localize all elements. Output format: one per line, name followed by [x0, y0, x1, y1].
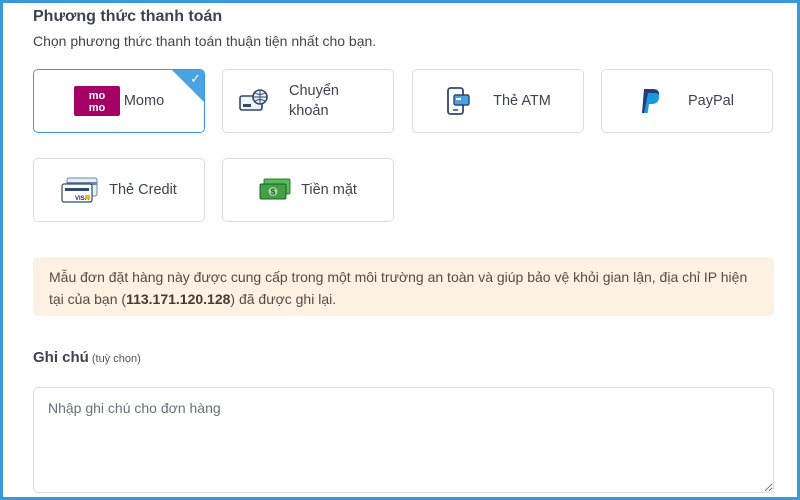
payment-option-bank-transfer[interactable]: Chuyển khoản: [222, 69, 394, 133]
cash-icon: $: [259, 178, 291, 202]
note-textarea[interactable]: [33, 387, 774, 493]
bank-transfer-icon: [239, 88, 269, 114]
payment-option-atm-card[interactable]: Thẻ ATM: [412, 69, 584, 133]
svg-text:mo: mo: [89, 90, 106, 102]
credit-card-icon: VISA: [61, 177, 99, 203]
notice-text-end: ) đã được ghi lại.: [230, 291, 337, 307]
payment-option-label: PayPal: [688, 93, 734, 109]
section-subtitle: Chọn phương thức thanh toán thuận tiện n…: [33, 33, 377, 49]
payment-option-label: Chuyển khoản: [289, 83, 339, 119]
paypal-icon: [640, 88, 662, 114]
payment-option-label: Thẻ ATM: [493, 93, 551, 109]
ip-address: 113.171.120.128: [126, 291, 231, 307]
svg-text:$: $: [271, 188, 276, 197]
payment-option-label: Thẻ Credit: [109, 182, 177, 198]
payment-option-label: Momo: [123, 93, 165, 109]
payment-option-paypal[interactable]: PayPal: [601, 69, 773, 133]
atm-card-icon: [445, 87, 471, 115]
security-notice: Mẫu đơn đặt hàng này được cung cấp trong…: [33, 257, 774, 316]
note-label-text: Ghi chú: [33, 349, 89, 366]
note-label: Ghi chú (tuỳ chọn): [33, 349, 141, 366]
check-icon: ✓: [190, 71, 201, 86]
payment-option-cash[interactable]: $ Tiền mặt: [222, 158, 394, 222]
payment-option-label: Tiền mặt: [301, 182, 357, 198]
payment-option-credit-card[interactable]: VISA Thẻ Credit: [33, 158, 205, 222]
section-title: Phương thức thanh toán: [33, 8, 223, 25]
payment-option-momo[interactable]: mo mo Momo ✓: [33, 69, 205, 133]
note-optional-hint: (tuỳ chọn): [91, 353, 141, 365]
svg-text:mo: mo: [89, 102, 106, 114]
momo-logo-icon: mo mo: [73, 86, 120, 116]
